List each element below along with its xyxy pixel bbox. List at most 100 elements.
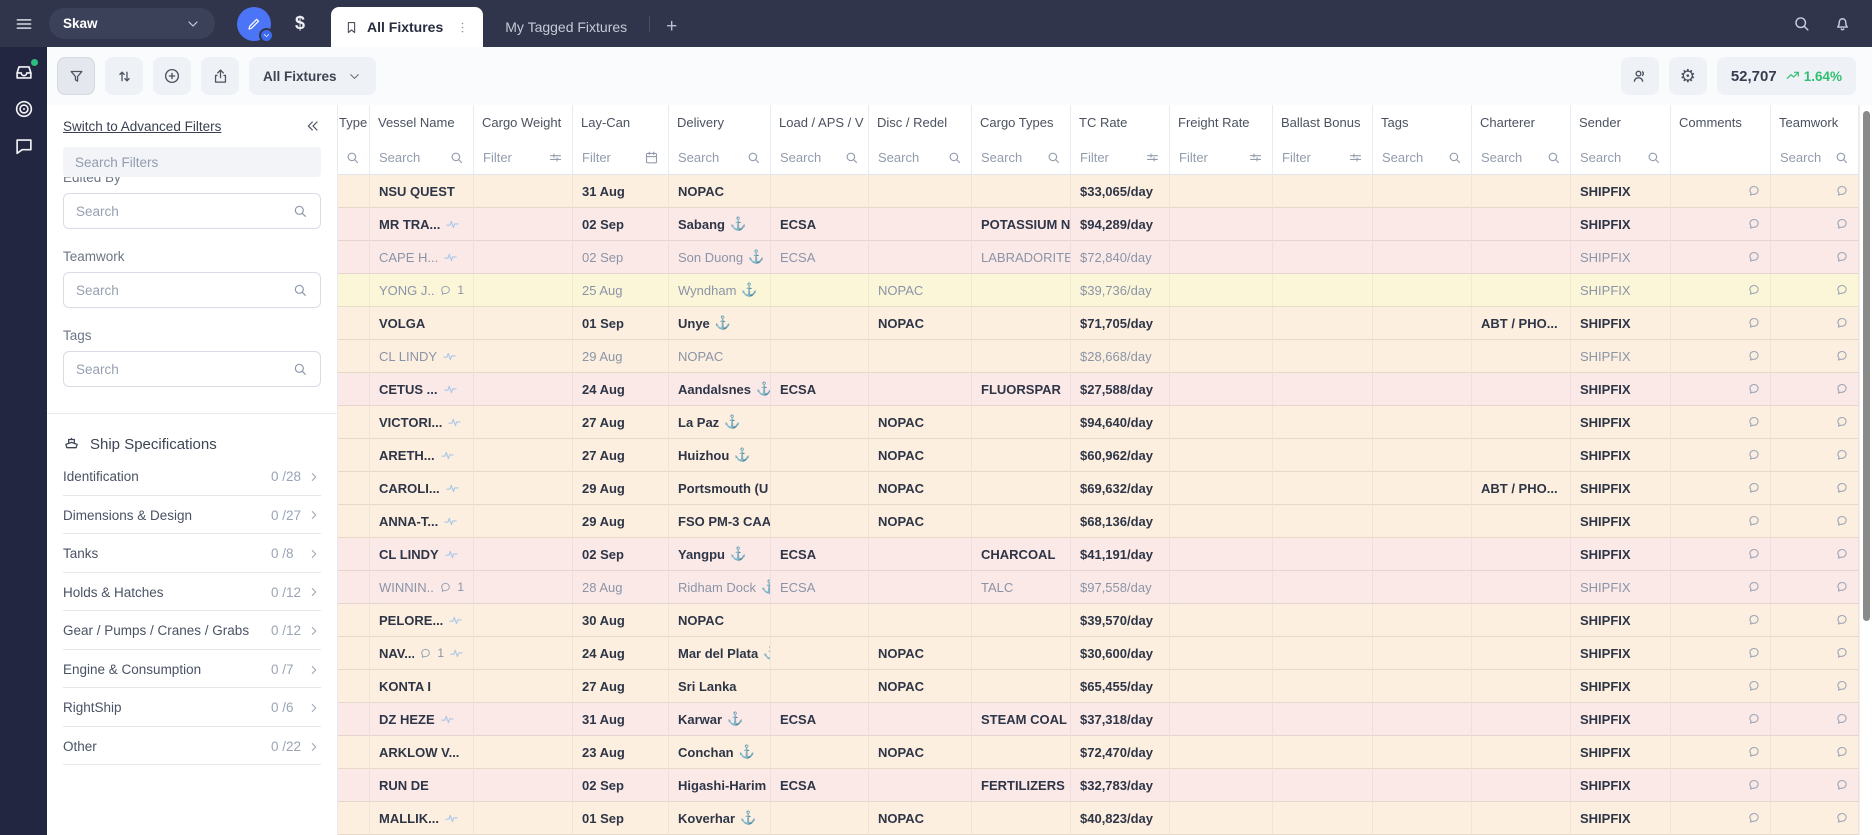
- spec-item-gear-pumps-cranes-grabs[interactable]: Gear / Pumps / Cranes / Grabs 0 /12: [63, 611, 321, 650]
- cell-cargoTypes[interactable]: [972, 406, 1071, 439]
- cell-delivery[interactable]: NOPAC: [669, 340, 771, 373]
- cell-cargoTypes[interactable]: [972, 802, 1071, 835]
- cell-tcRate[interactable]: $41,191/day: [1071, 538, 1170, 571]
- cell-layCan[interactable]: 24 Aug: [573, 637, 669, 670]
- teamwork-bubble-icon[interactable]: [1835, 778, 1849, 792]
- cell-tcRate[interactable]: $72,840/day: [1071, 241, 1170, 274]
- cell-delivery[interactable]: La Paz ⚓: [669, 406, 771, 439]
- cell-sender[interactable]: SHIPFIX: [1571, 307, 1671, 340]
- cell-vessel[interactable]: WINNIN... 1: [370, 571, 474, 604]
- cell-sender[interactable]: SHIPFIX: [1571, 604, 1671, 637]
- cell-delivery[interactable]: Sabang ⚓: [669, 208, 771, 241]
- cell-tags[interactable]: [1373, 208, 1472, 241]
- cell-comments[interactable]: [1671, 472, 1771, 505]
- cell-vessel[interactable]: NAV... 1: [370, 637, 474, 670]
- cell-sender[interactable]: SHIPFIX: [1571, 208, 1671, 241]
- cell-teamwork[interactable]: [1771, 637, 1859, 670]
- cell-ballastBonus[interactable]: [1273, 604, 1373, 637]
- column-header-charterer[interactable]: Charterer: [1472, 105, 1571, 140]
- cell-ballastBonus[interactable]: [1273, 769, 1373, 802]
- cell-delivery[interactable]: Sri Lanka: [669, 670, 771, 703]
- cell-vessel[interactable]: VICTORI...: [370, 406, 474, 439]
- cell-type[interactable]: [338, 538, 370, 571]
- cell-cargoWeight[interactable]: [474, 505, 573, 538]
- cell-cargoWeight[interactable]: [474, 769, 573, 802]
- cell-vessel[interactable]: YONG J... 1: [370, 274, 474, 307]
- comments-bubble-icon[interactable]: [1747, 778, 1761, 792]
- cell-teamwork[interactable]: [1771, 604, 1859, 637]
- cell-delivery[interactable]: Yangpu ⚓: [669, 538, 771, 571]
- cell-sender[interactable]: SHIPFIX: [1571, 538, 1671, 571]
- cell-cargoWeight[interactable]: [474, 373, 573, 406]
- cell-load[interactable]: [771, 406, 869, 439]
- cell-tcRate[interactable]: $37,318/day: [1071, 703, 1170, 736]
- cell-layCan[interactable]: 02 Sep: [573, 769, 669, 802]
- cell-load[interactable]: [771, 340, 869, 373]
- teamwork-bubble-icon[interactable]: [1835, 745, 1849, 759]
- cell-layCan[interactable]: 31 Aug: [573, 703, 669, 736]
- column-filter-vessel[interactable]: Search: [370, 140, 474, 175]
- cell-delivery[interactable]: Unye ⚓: [669, 307, 771, 340]
- column-filter-cargoTypes[interactable]: Search: [972, 140, 1071, 175]
- cell-freightRate[interactable]: [1170, 736, 1273, 769]
- column-header-freightRate[interactable]: Freight Rate: [1170, 105, 1273, 140]
- cell-delivery[interactable]: Mar del Plata⚓: [669, 637, 771, 670]
- cell-type[interactable]: [338, 274, 370, 307]
- comments-bubble-icon[interactable]: [1747, 481, 1761, 495]
- cell-teamwork[interactable]: [1771, 208, 1859, 241]
- cell-teamwork[interactable]: [1771, 406, 1859, 439]
- teamwork-bubble-icon[interactable]: [1835, 250, 1849, 264]
- column-filter-layCan[interactable]: Filter: [573, 140, 669, 175]
- cell-freightRate[interactable]: [1170, 373, 1273, 406]
- cell-teamwork[interactable]: [1771, 373, 1859, 406]
- cell-freightRate[interactable]: [1170, 571, 1273, 604]
- spec-item-other[interactable]: Other 0 /22: [63, 727, 321, 766]
- cell-load[interactable]: [771, 736, 869, 769]
- cell-cargoWeight[interactable]: [474, 604, 573, 637]
- cell-tags[interactable]: [1373, 439, 1472, 472]
- cell-ballastBonus[interactable]: [1273, 802, 1373, 835]
- cell-vessel[interactable]: CL LINDY: [370, 340, 474, 373]
- cell-layCan[interactable]: 23 Aug: [573, 736, 669, 769]
- cell-teamwork[interactable]: [1771, 175, 1859, 208]
- cell-freightRate[interactable]: [1170, 307, 1273, 340]
- cell-tcRate[interactable]: $40,823/day: [1071, 802, 1170, 835]
- cell-delivery[interactable]: Huizhou ⚓: [669, 439, 771, 472]
- cell-load[interactable]: [771, 175, 869, 208]
- cell-type[interactable]: [338, 571, 370, 604]
- cell-ballastBonus[interactable]: [1273, 274, 1373, 307]
- cell-comments[interactable]: [1671, 703, 1771, 736]
- cell-charterer[interactable]: [1472, 736, 1571, 769]
- column-header-comments[interactable]: Comments: [1671, 105, 1771, 140]
- cell-tcRate[interactable]: $33,065/day: [1071, 175, 1170, 208]
- cell-vessel[interactable]: CL LINDY: [370, 538, 474, 571]
- cell-comments[interactable]: [1671, 307, 1771, 340]
- cell-vessel[interactable]: RUN DE: [370, 769, 474, 802]
- cell-freightRate[interactable]: [1170, 802, 1273, 835]
- cell-freightRate[interactable]: [1170, 274, 1273, 307]
- cell-cargoTypes[interactable]: [972, 505, 1071, 538]
- cell-comments[interactable]: [1671, 802, 1771, 835]
- cell-delivery[interactable]: Ridham Dock⚓: [669, 571, 771, 604]
- cell-tags[interactable]: [1373, 505, 1472, 538]
- cell-disc[interactable]: NOPAC: [869, 406, 972, 439]
- cell-disc[interactable]: [869, 703, 972, 736]
- cell-load[interactable]: [771, 505, 869, 538]
- spec-item-identification[interactable]: Identification 0 /28: [63, 457, 321, 496]
- cell-cargoWeight[interactable]: [474, 307, 573, 340]
- cell-teamwork[interactable]: [1771, 571, 1859, 604]
- comments-bubble-icon[interactable]: [1747, 646, 1761, 660]
- cell-delivery[interactable]: Son Duong ⚓: [669, 241, 771, 274]
- cell-freightRate[interactable]: [1170, 472, 1273, 505]
- cell-sender[interactable]: SHIPFIX: [1571, 439, 1671, 472]
- cell-layCan[interactable]: 27 Aug: [573, 670, 669, 703]
- cell-cargoWeight[interactable]: [474, 802, 573, 835]
- cell-tags[interactable]: [1373, 472, 1472, 505]
- cell-freightRate[interactable]: [1170, 604, 1273, 637]
- cell-layCan[interactable]: 01 Sep: [573, 802, 669, 835]
- cell-vessel[interactable]: CAROLI...: [370, 472, 474, 505]
- filter-group-search-input[interactable]: Search: [63, 351, 321, 387]
- cell-freightRate[interactable]: [1170, 703, 1273, 736]
- column-filter-freightRate[interactable]: Filter: [1170, 140, 1273, 175]
- cell-cargoTypes[interactable]: [972, 604, 1071, 637]
